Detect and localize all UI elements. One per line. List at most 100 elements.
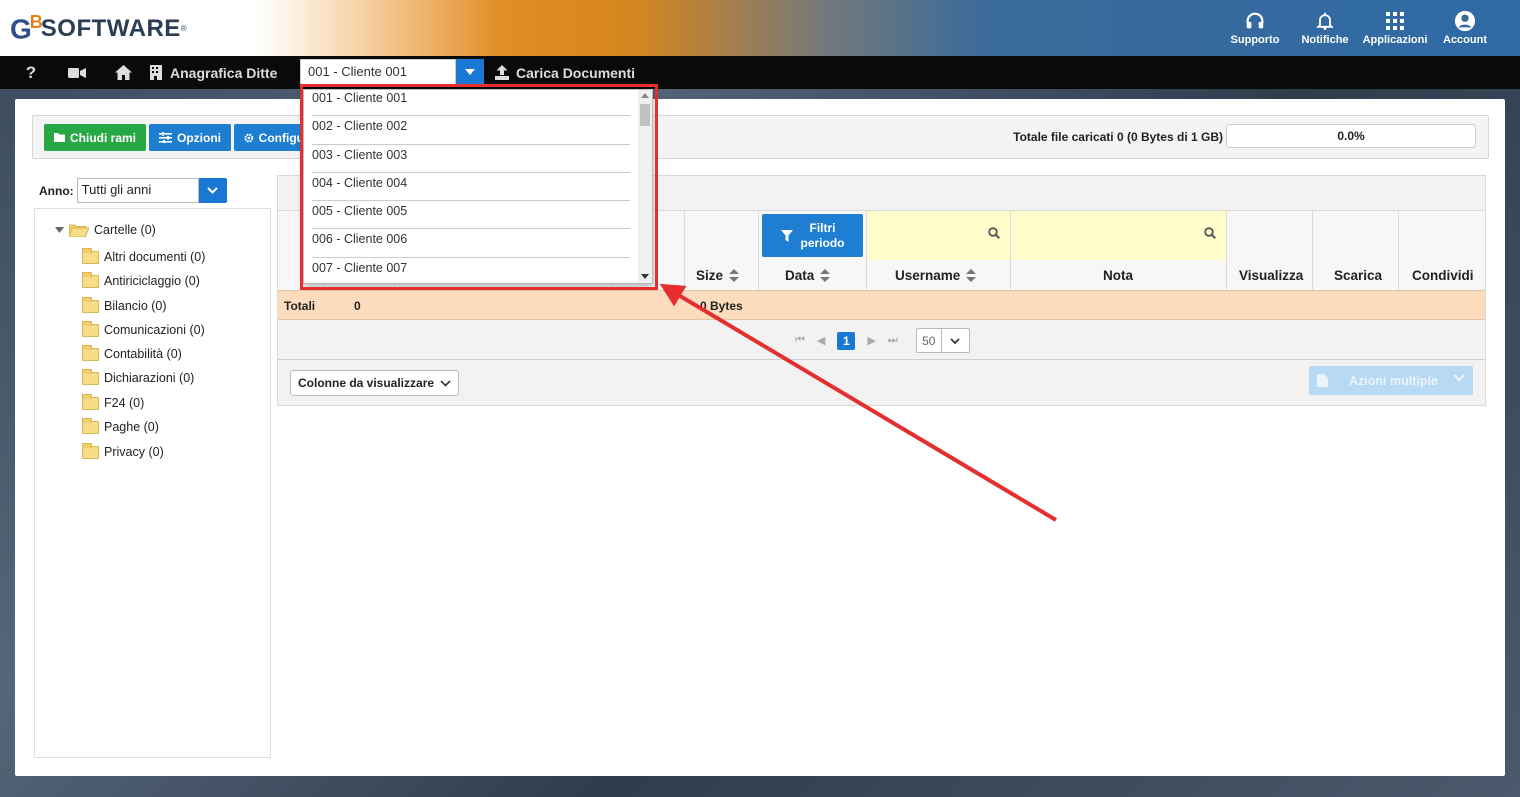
last-page-icon[interactable]: ⏭ bbox=[888, 334, 898, 347]
sliders-icon bbox=[159, 132, 172, 143]
next-page-icon[interactable]: ▶ bbox=[867, 334, 875, 347]
header-nota-label: Nota bbox=[1103, 268, 1133, 283]
tree-item-altri-documenti[interactable]: Altri documenti (0) bbox=[82, 247, 205, 264]
tree-item-paghe[interactable]: Paghe (0) bbox=[82, 417, 159, 434]
prev-page-icon[interactable]: ◀ bbox=[817, 334, 825, 347]
dropdown-scrollbar[interactable] bbox=[638, 90, 652, 283]
chevron-down-icon[interactable] bbox=[198, 178, 227, 203]
header-scarica-label: Scarica bbox=[1334, 268, 1383, 283]
gb-software-logo[interactable]: GB SOFTWARE ® bbox=[10, 12, 187, 45]
sort-icon bbox=[820, 268, 831, 283]
video-icon[interactable] bbox=[54, 67, 100, 79]
grid-icon bbox=[1360, 8, 1430, 34]
nav-supporto[interactable]: Supporto bbox=[1220, 8, 1290, 46]
tree-item-dichiarazioni[interactable]: Dichiarazioni (0) bbox=[82, 368, 194, 385]
anno-select-value[interactable]: Tutti gli anni bbox=[76, 178, 199, 203]
anno-filter: Anno: Tutti gli anni bbox=[39, 178, 227, 203]
caret-down-icon bbox=[55, 227, 64, 233]
dropdown-option[interactable]: 002 - Cliente 002 bbox=[312, 116, 630, 145]
dropdown-option[interactable]: 005 - Cliente 005 bbox=[312, 201, 630, 230]
tree-item-privacy[interactable]: Privacy (0) bbox=[82, 442, 164, 459]
dropdown-option[interactable]: 003 - Cliente 003 bbox=[312, 145, 630, 173]
folder-tree: Cartelle (0) Altri documenti (0) Antiric… bbox=[34, 208, 271, 758]
home-icon[interactable] bbox=[100, 65, 146, 80]
nav-notifiche-label: Notifiche bbox=[1301, 34, 1349, 46]
filtri-periodo-button[interactable]: Filtri periodo bbox=[762, 214, 863, 257]
nav-applicazioni-label: Applicazioni bbox=[1362, 34, 1428, 46]
dropdown-option[interactable]: 004 - Cliente 004 bbox=[312, 173, 630, 202]
top-header: GB SOFTWARE ® Supporto Notifiche Applica… bbox=[0, 0, 1520, 56]
totals-label: Totali bbox=[284, 299, 316, 313]
header-nota[interactable]: Nota bbox=[1103, 268, 1133, 283]
folder-icon bbox=[82, 442, 99, 459]
logo-mark: GB bbox=[10, 12, 43, 45]
header-condividi-label: Condividi bbox=[1412, 268, 1474, 283]
logo-registered: ® bbox=[180, 24, 187, 34]
folder-icon bbox=[82, 271, 99, 288]
dropdown-scroll-thumb[interactable] bbox=[640, 104, 650, 126]
tree-item-f24[interactable]: F24 (0) bbox=[82, 393, 144, 410]
scroll-up-icon[interactable] bbox=[641, 93, 649, 98]
search-icon bbox=[988, 227, 1000, 239]
page-size-value: 50 bbox=[917, 329, 942, 352]
search-icon bbox=[1204, 227, 1216, 239]
header-username[interactable]: Username bbox=[895, 268, 977, 283]
current-page[interactable]: 1 bbox=[837, 331, 856, 350]
username-filter-input[interactable] bbox=[867, 211, 1011, 260]
header-visualizza: Visualizza bbox=[1239, 268, 1303, 283]
colonne-select[interactable]: Colonne da visualizzare bbox=[290, 370, 460, 396]
tree-item-label: Privacy (0) bbox=[104, 445, 164, 459]
tree-root-cartelle[interactable]: Cartelle (0) bbox=[55, 223, 156, 237]
chiudi-rami-button[interactable]: Chiudi rami bbox=[44, 124, 147, 151]
tree-item-contabilita[interactable]: Contabilità (0) bbox=[82, 344, 182, 361]
dropdown-option[interactable]: 006 - Cliente 006 bbox=[312, 229, 630, 258]
chevron-down-icon[interactable] bbox=[456, 59, 484, 85]
carica-documenti-button[interactable]: Carica Documenti bbox=[495, 56, 635, 89]
folder-icon bbox=[82, 344, 99, 361]
building-icon bbox=[146, 65, 166, 80]
scroll-down-icon[interactable] bbox=[641, 274, 649, 279]
nav-account[interactable]: Account bbox=[1430, 8, 1500, 46]
header-data[interactable]: Data bbox=[785, 268, 831, 283]
dropdown-option[interactable]: 001 - Cliente 001 bbox=[312, 90, 630, 117]
dropdown-option[interactable]: 007 - Cliente 007 bbox=[312, 258, 630, 283]
file-icon bbox=[1317, 374, 1328, 387]
header-size[interactable]: Size bbox=[696, 268, 740, 283]
anno-select[interactable]: Tutti gli anni bbox=[76, 178, 227, 203]
ditta-select-value[interactable]: 001 - Cliente 001 bbox=[300, 59, 456, 85]
carica-documenti-label: Carica Documenti bbox=[516, 64, 636, 81]
configura-label: Configu bbox=[258, 130, 304, 145]
totals-size: 0 Bytes bbox=[700, 299, 743, 313]
header-size-label: Size bbox=[696, 268, 724, 283]
folder-icon bbox=[54, 133, 65, 142]
anagrafica-ditte-label: Anagrafica Ditte bbox=[170, 64, 278, 81]
first-page-icon[interactable]: ⏮ bbox=[795, 334, 805, 347]
tree-item-bilancio[interactable]: Bilancio (0) bbox=[82, 296, 167, 313]
sort-icon bbox=[966, 268, 977, 283]
help-icon[interactable]: ? bbox=[8, 63, 54, 83]
folder-icon bbox=[82, 296, 99, 313]
nav-account-label: Account bbox=[1443, 34, 1487, 46]
tree-root-label: Cartelle (0) bbox=[94, 223, 156, 237]
tree-item-antiriciclaggio[interactable]: Antiriciclaggio (0) bbox=[82, 271, 200, 288]
opzioni-button[interactable]: Opzioni bbox=[149, 124, 231, 151]
colonne-label: Colonne da visualizzare bbox=[298, 376, 435, 390]
azioni-multiple-button[interactable]: Azioni multiple bbox=[1309, 366, 1473, 395]
tree-item-comunicazioni[interactable]: Comunicazioni (0) bbox=[82, 320, 205, 337]
nota-filter-input[interactable] bbox=[1011, 211, 1227, 260]
ditta-dropdown-list: 001 - Cliente 001 002 - Cliente 002 003 … bbox=[303, 89, 653, 284]
header-condividi: Condividi bbox=[1412, 268, 1474, 283]
totale-file-caricati: Totale file caricati 0 (0 Bytes di 1 GB) bbox=[1013, 130, 1223, 144]
chiudi-rami-label: Chiudi rami bbox=[70, 130, 137, 145]
open-folder-icon bbox=[69, 224, 89, 237]
filter-icon bbox=[780, 229, 793, 242]
nav-notifiche[interactable]: Notifiche bbox=[1290, 8, 1360, 46]
page-size-select[interactable]: 50 bbox=[915, 328, 970, 353]
gear-icon bbox=[244, 133, 254, 142]
ditta-select[interactable]: 001 - Cliente 001 bbox=[300, 59, 484, 85]
bell-icon bbox=[1290, 8, 1360, 34]
nav-applicazioni[interactable]: Applicazioni bbox=[1360, 8, 1430, 46]
configura-button[interactable]: Configu bbox=[234, 124, 314, 151]
chevron-down-icon[interactable] bbox=[942, 329, 969, 352]
menu-bar: ? Anagrafica Ditte 001 - Cliente 001 Car… bbox=[0, 56, 1520, 89]
